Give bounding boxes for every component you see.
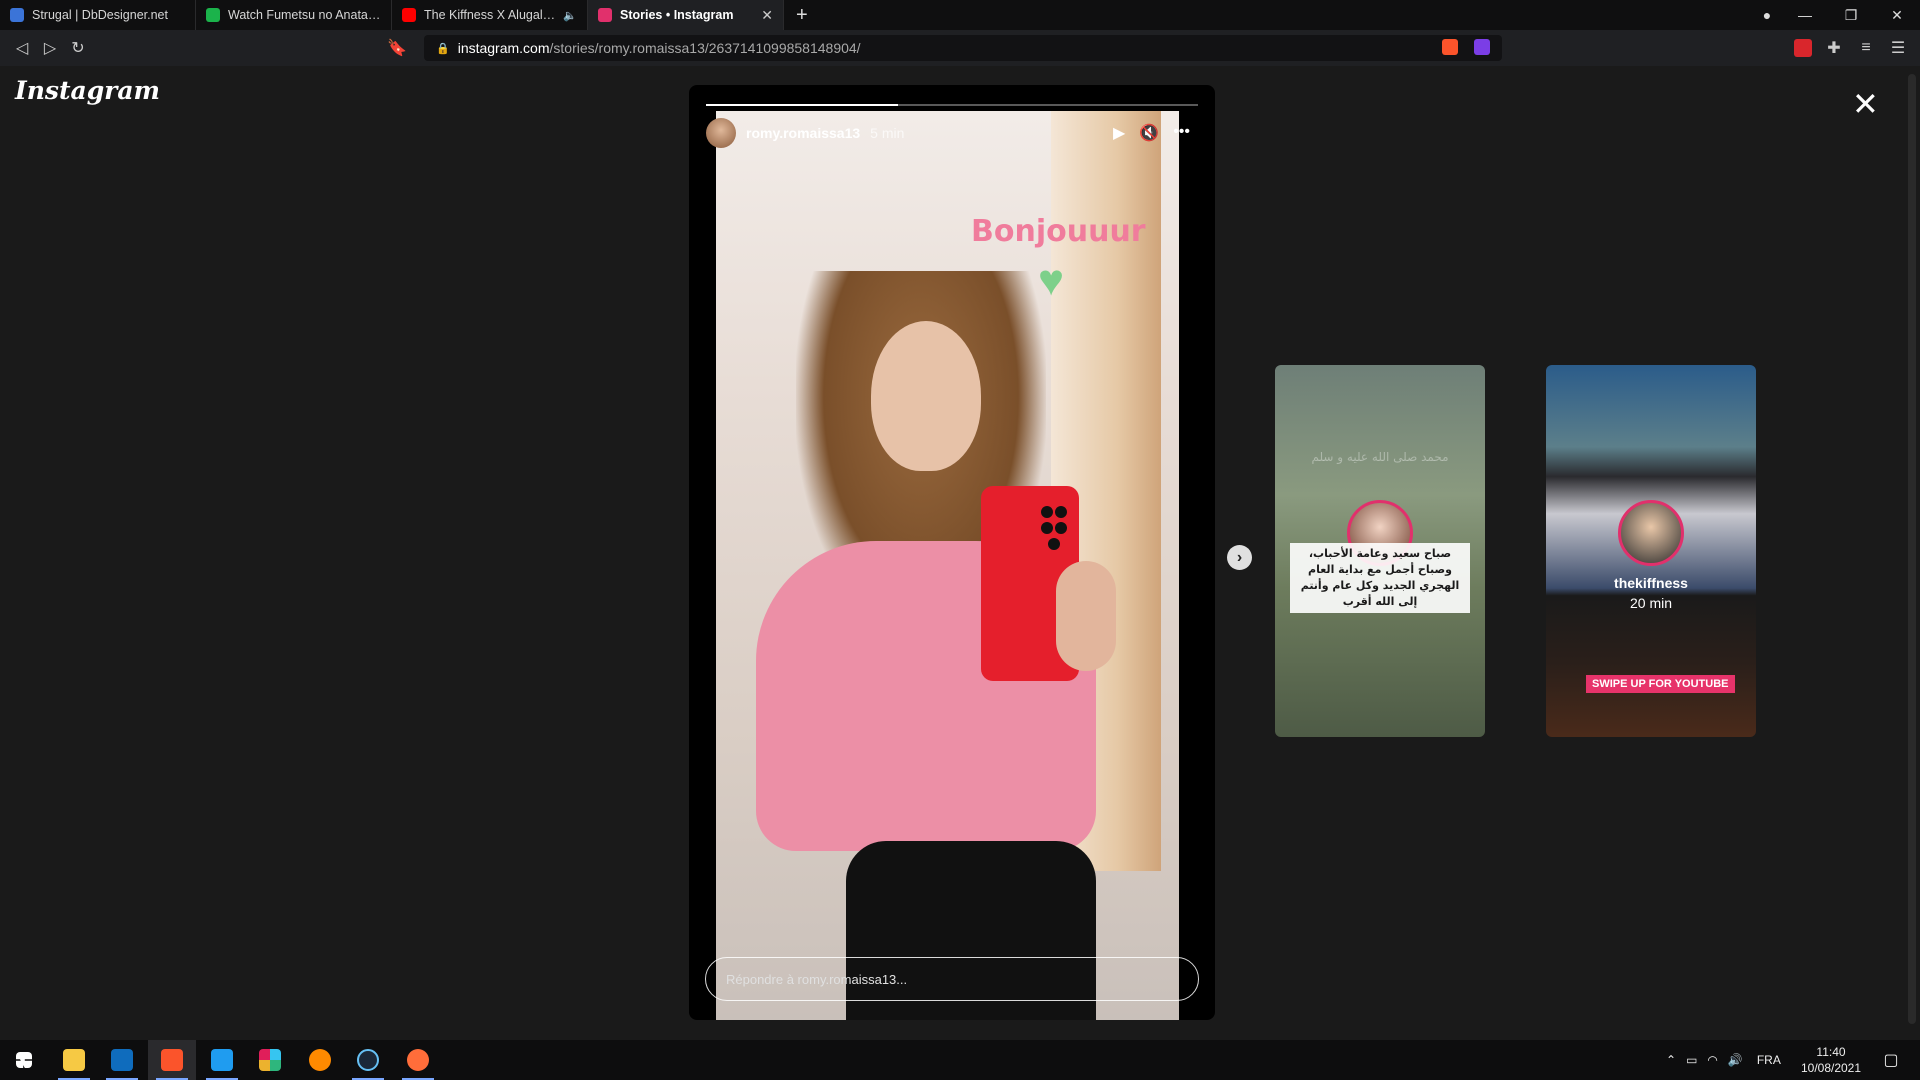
avatar[interactable] [706, 118, 736, 148]
preview-caption: صباح سعيد وعامة الأحباب، وصباح أجمل مع ب… [1290, 543, 1470, 613]
stories-page: Instagram ✕ Bonjouuur ♥ romy.romaissa13 … [0, 66, 1904, 1040]
tab-label: Stories • Instagram [620, 8, 734, 22]
new-tab-button[interactable]: + [784, 4, 820, 27]
wifi-icon[interactable]: ◠ [1707, 1053, 1717, 1067]
tab-label: Watch Fumetsu no Anata e Episode 3 [228, 8, 381, 22]
close-tab-icon[interactable]: ✕ [761, 7, 773, 24]
forward-icon[interactable]: ▷ [36, 34, 64, 62]
instagram-favicon-icon [598, 8, 612, 22]
file-explorer-icon[interactable] [50, 1040, 98, 1080]
extensions-puzzle-icon[interactable]: ✚ [1820, 34, 1848, 62]
clock-date: 10/08/2021 [1800, 1061, 1862, 1075]
url-field[interactable]: 🔒 instagram.com/stories/romy.romaissa13/… [424, 35, 1502, 61]
tab-bar: Strugal | DbDesigner.net Watch Fumetsu n… [0, 0, 1920, 30]
heart-sticker-icon: ♥ [1038, 256, 1065, 305]
story-progress-bar [706, 104, 1198, 106]
reload-icon[interactable]: ↻ [64, 34, 92, 62]
shield-favicon-icon [206, 8, 220, 22]
window-controls: ● — ❐ ✕ [1752, 0, 1920, 30]
steam-icon[interactable] [344, 1040, 392, 1080]
brave-rewards-icon[interactable] [1474, 39, 1490, 55]
tab-dbdesigner[interactable]: Strugal | DbDesigner.net [0, 0, 196, 30]
compass-app-icon[interactable] [394, 1040, 442, 1080]
instagram-logo[interactable]: Instagram [15, 76, 160, 105]
swipe-up-badge: SWIPE UP FOR YOUTUBE [1586, 675, 1735, 693]
mute-icon[interactable]: 🔇 [1139, 123, 1159, 143]
story-preview-2[interactable]: thekiffness 20 min SWIPE UP FOR YOUTUBE [1546, 365, 1756, 737]
slack-icon[interactable] [246, 1040, 294, 1080]
tab-label: The Kiffness X Alugalug Cat 2.0 (Pl [424, 8, 557, 22]
url-path: /stories/romy.romaissa13/263714109985814… [549, 40, 861, 56]
battery-icon[interactable]: ▭ [1686, 1053, 1697, 1067]
avatar [1618, 500, 1684, 566]
more-options-icon[interactable]: ••• [1173, 123, 1190, 143]
minimize-icon[interactable]: — [1782, 7, 1828, 23]
tab-youtube[interactable]: The Kiffness X Alugalug Cat 2.0 (Pl 🔈 [392, 0, 588, 30]
profile-icon[interactable]: ● [1752, 7, 1782, 23]
story-progress-fill [706, 104, 898, 106]
url-host: instagram.com [457, 40, 550, 56]
story-time: 5 min [870, 125, 905, 141]
play-icon[interactable]: ▶ [1113, 123, 1125, 143]
story-preview-1[interactable]: محمد صلى الله عليه و سلم صباح سعيد وعامة… [1275, 365, 1485, 737]
page-scrollbar[interactable] [1904, 66, 1920, 1040]
scrollbar-thumb[interactable] [1908, 74, 1916, 1024]
address-bar: ◁ ▷ ↻ 🔖 🔒 instagram.com/stories/romy.rom… [0, 30, 1920, 66]
close-stories-button[interactable]: ✕ [1852, 88, 1879, 120]
bookmark-icon[interactable]: 🔖 [383, 34, 411, 62]
brave-browser-icon[interactable] [148, 1040, 196, 1080]
extension-icon[interactable] [1794, 39, 1812, 57]
clock-time: 11:40 [1816, 1045, 1846, 1059]
menu-icon[interactable]: ☰ [1884, 34, 1912, 62]
windows-taskbar: ⌃ ▭ ◠ 🔊 FRA 11:40 10/08/2021 ▢ [0, 1040, 1920, 1080]
brave-shields-icon[interactable] [1442, 39, 1458, 55]
clock[interactable]: 11:40 10/08/2021 [1788, 1044, 1874, 1076]
story-controls: ▶ 🔇 ••• [1113, 123, 1190, 143]
lock-icon: 🔒 [436, 42, 450, 55]
restore-icon[interactable]: ❐ [1828, 7, 1874, 24]
app-orange-icon[interactable] [296, 1040, 344, 1080]
language-indicator[interactable]: FRA [1757, 1053, 1781, 1067]
reply-input[interactable]: Répondre à romy.romaissa13... [705, 957, 1199, 1001]
windows-start-icon[interactable] [0, 1040, 48, 1080]
tab-instagram[interactable]: Stories • Instagram ✕ [588, 0, 784, 30]
story-viewer[interactable]: Bonjouuur ♥ romy.romaissa13 5 min ▶ 🔇 ••… [689, 85, 1215, 1020]
story-sticker-text: Bonjouuur [971, 214, 1146, 249]
chevron-up-icon[interactable]: ⌃ [1666, 1053, 1676, 1067]
story-header: romy.romaissa13 5 min ▶ 🔇 ••• [706, 117, 1198, 149]
next-story-button[interactable]: › [1227, 545, 1252, 570]
story-username[interactable]: romy.romaissa13 [746, 125, 860, 141]
preview-faint-text: محمد صلى الله عليه و سلم [1311, 450, 1449, 464]
tab-label: Strugal | DbDesigner.net [32, 8, 168, 22]
preview-time: 20 min [1629, 595, 1673, 611]
close-window-icon[interactable]: ✕ [1874, 7, 1920, 24]
outlook-icon[interactable] [98, 1040, 146, 1080]
notifications-icon[interactable]: ▢ [1876, 1040, 1906, 1080]
volume-icon[interactable]: 🔊 [1728, 1053, 1743, 1067]
preview-username: thekiffness [1614, 575, 1688, 591]
person-figure [756, 261, 1116, 1020]
youtube-favicon-icon [402, 8, 416, 22]
speaker-icon[interactable]: 🔈 [563, 9, 577, 22]
dbdesigner-favicon-icon [10, 8, 24, 22]
playlist-icon[interactable]: ≡ [1852, 34, 1880, 62]
tab-fumetsu[interactable]: Watch Fumetsu no Anata e Episode 3 [196, 0, 392, 30]
system-tray: ⌃ ▭ ◠ 🔊 FRA [1666, 1040, 1781, 1080]
back-icon[interactable]: ◁ [8, 34, 36, 62]
story-photo: Bonjouuur ♥ [716, 111, 1179, 1020]
vscode-icon[interactable] [198, 1040, 246, 1080]
